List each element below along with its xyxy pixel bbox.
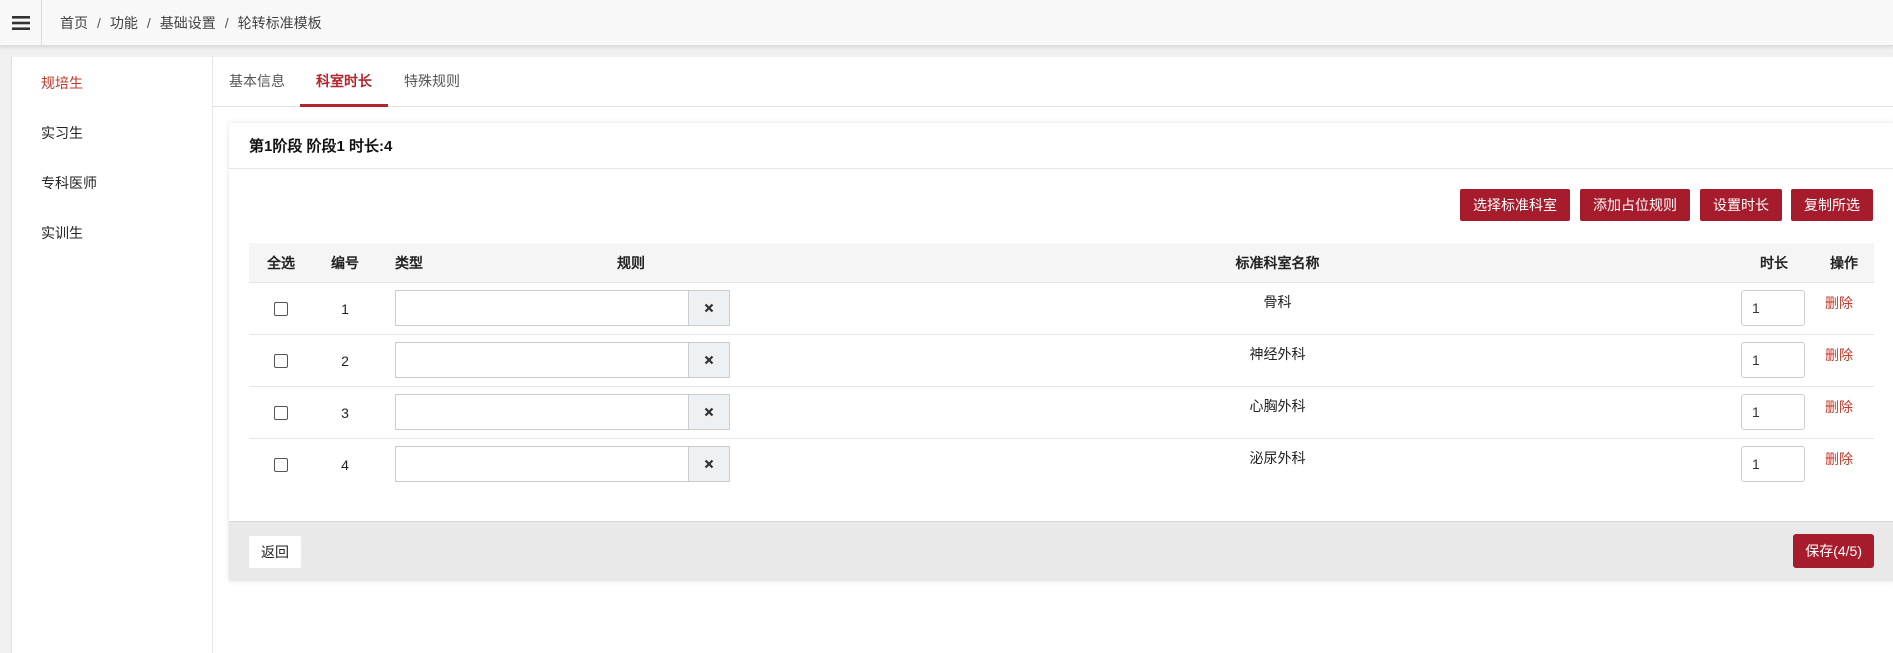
row-number: 2 <box>341 353 349 369</box>
breadcrumb-home[interactable]: 首页 <box>60 13 88 33</box>
rule-input[interactable] <box>395 290 689 326</box>
select-standard-dept-button[interactable]: 选择标准科室 <box>1460 189 1570 221</box>
dept-name: 泌尿外科 <box>1249 450 1306 466</box>
table-row: 1 骨科 删除 <box>249 283 1874 335</box>
save-button[interactable]: 保存(4/5) <box>1793 534 1874 568</box>
add-placeholder-rule-button[interactable]: 添加占位规则 <box>1580 189 1690 221</box>
times-icon <box>704 459 714 469</box>
duration-input[interactable] <box>1741 394 1805 430</box>
panel-title: 第1阶段 阶段1 时长:4 <box>229 123 1893 169</box>
col-duration: 时长 <box>1760 255 1788 271</box>
sidebar-item-trainee[interactable]: 实训生 <box>41 221 83 245</box>
breadcrumb-function[interactable]: 功能 <box>110 13 138 33</box>
times-icon <box>704 355 714 365</box>
delete-link[interactable]: 删除 <box>1825 449 1853 469</box>
row-checkbox[interactable] <box>274 302 288 316</box>
rule-input[interactable] <box>395 394 689 430</box>
set-duration-button[interactable]: 设置时长 <box>1700 189 1782 221</box>
sidebar-item-intern[interactable]: 实习生 <box>41 121 83 145</box>
rule-input[interactable] <box>395 446 689 482</box>
delete-link[interactable]: 删除 <box>1825 293 1853 313</box>
times-icon <box>704 303 714 313</box>
row-number: 3 <box>341 405 349 421</box>
delete-link[interactable]: 删除 <box>1825 397 1853 417</box>
breadcrumb-basic-settings[interactable]: 基础设置 <box>160 13 216 33</box>
hamburger-icon <box>11 16 30 30</box>
col-operation: 操作 <box>1830 255 1858 271</box>
tab-bar: 基本信息 科室时长 特殊规则 <box>213 57 1893 107</box>
clear-rule-button[interactable] <box>689 290 730 326</box>
row-number: 1 <box>341 301 349 317</box>
stage-panel: 第1阶段 阶段1 时长:4 选择标准科室 添加占位规则 设置时长 复制所选 全选… <box>229 123 1893 581</box>
content-area: 基本信息 科室时长 特殊规则 第1阶段 阶段1 时长:4 选择标准科室 添加占位… <box>213 57 1893 653</box>
table-row: 3 心胸外科 删除 <box>249 387 1874 439</box>
copy-selected-button[interactable]: 复制所选 <box>1791 189 1873 221</box>
clear-rule-button[interactable] <box>689 342 730 378</box>
main-frame: 规培生 实习生 专科医师 实训生 基本信息 科室时长 特殊规则 第1阶段 阶段1… <box>11 57 1893 653</box>
row-number: 4 <box>341 457 349 473</box>
duration-input[interactable] <box>1741 342 1805 378</box>
row-checkbox[interactable] <box>274 458 288 472</box>
table-row: 4 泌尿外科 删除 <box>249 439 1874 491</box>
back-button[interactable]: 返回 <box>249 536 301 568</box>
breadcrumb-current: 轮转标准模板 <box>237 15 322 31</box>
breadcrumb: 首页 / 功能 / 基础设置 / 轮转标准模板 <box>60 13 322 33</box>
col-dept-name: 标准科室名称 <box>1235 255 1320 271</box>
sidebar-item-resident[interactable]: 规培生 <box>41 71 83 95</box>
delete-link[interactable]: 删除 <box>1825 345 1853 365</box>
dept-name: 心胸外科 <box>1249 398 1306 414</box>
row-checkbox[interactable] <box>274 406 288 420</box>
row-checkbox[interactable] <box>274 354 288 368</box>
tab-basic-info[interactable]: 基本信息 <box>227 57 287 107</box>
table-row: 2 神经外科 删除 <box>249 335 1874 387</box>
col-type: 类型 <box>395 255 423 271</box>
dept-name: 骨科 <box>1263 294 1292 310</box>
menu-toggle-button[interactable] <box>0 0 42 46</box>
times-icon <box>704 407 714 417</box>
sidebar-item-specialist[interactable]: 专科医师 <box>41 171 97 195</box>
top-bar: 首页 / 功能 / 基础设置 / 轮转标准模板 <box>0 0 1893 46</box>
clear-rule-button[interactable] <box>689 394 730 430</box>
sidebar: 规培生 实习生 专科医师 实训生 <box>12 57 213 653</box>
clear-rule-button[interactable] <box>689 446 730 482</box>
panel-footer: 返回 保存(4/5) <box>229 521 1893 581</box>
col-rule: 规则 <box>617 255 645 271</box>
tab-dept-duration[interactable]: 科室时长 <box>300 57 388 107</box>
duration-input[interactable] <box>1741 446 1805 482</box>
dept-name: 神经外科 <box>1249 346 1306 362</box>
duration-input[interactable] <box>1741 290 1805 326</box>
table-header: 全选 编号 类型 规则 标准科室名称 时长 操作 <box>249 243 1874 283</box>
col-number: 编号 <box>331 255 359 271</box>
rule-input[interactable] <box>395 342 689 378</box>
tab-special-rules[interactable]: 特殊规则 <box>402 57 462 107</box>
col-select-all[interactable]: 全选 <box>249 243 313 283</box>
